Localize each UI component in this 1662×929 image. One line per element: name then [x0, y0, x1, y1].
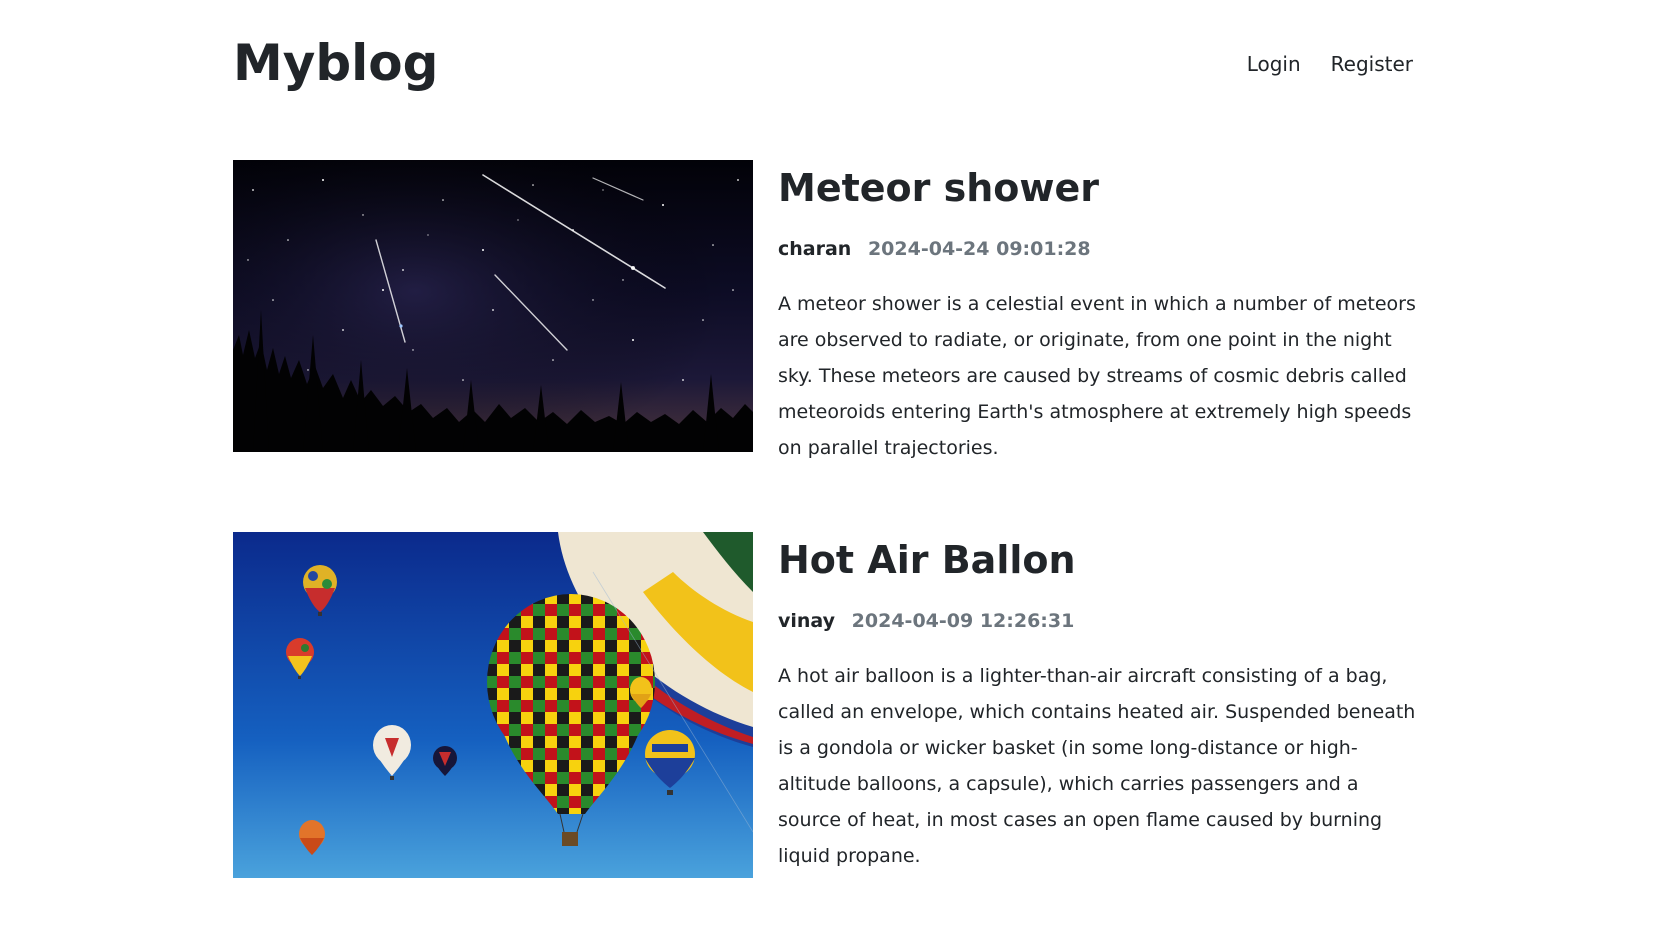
- post-meta: charan 2024-04-24 09:01:28: [778, 238, 1418, 260]
- post-body: Hot Air Ballon vinay 2024-04-09 12:26:31…: [778, 532, 1418, 893]
- post-title[interactable]: Meteor shower: [778, 166, 1418, 212]
- post-image[interactable]: [233, 160, 753, 452]
- post-title[interactable]: Hot Air Ballon: [778, 538, 1418, 584]
- post-image[interactable]: [233, 532, 753, 878]
- post-excerpt: A hot air balloon is a lighter-than-air …: [778, 664, 1416, 867]
- post-author: vinay: [778, 609, 836, 632]
- site-header: Myblog Login Register: [233, 30, 1413, 110]
- meteor-shower-image: [233, 160, 753, 452]
- post-body: Meteor shower charan 2024-04-24 09:01:28…: [778, 160, 1418, 485]
- hot-air-balloons-image: [233, 532, 753, 878]
- post-meta: vinay 2024-04-09 12:26:31: [778, 610, 1418, 632]
- register-link[interactable]: Register: [1331, 52, 1413, 76]
- page: Myblog Login Register Meteor shower char…: [0, 0, 1662, 929]
- login-link[interactable]: Login: [1247, 52, 1301, 76]
- post-author: charan: [778, 237, 852, 260]
- post-date: 2024-04-24 09:01:28: [867, 237, 1091, 260]
- post-excerpt: A meteor shower is a celestial event in …: [778, 292, 1416, 459]
- post-date: 2024-04-09 12:26:31: [851, 609, 1075, 632]
- site-brand-link[interactable]: Myblog: [233, 34, 438, 92]
- top-nav: Login Register: [1247, 52, 1413, 76]
